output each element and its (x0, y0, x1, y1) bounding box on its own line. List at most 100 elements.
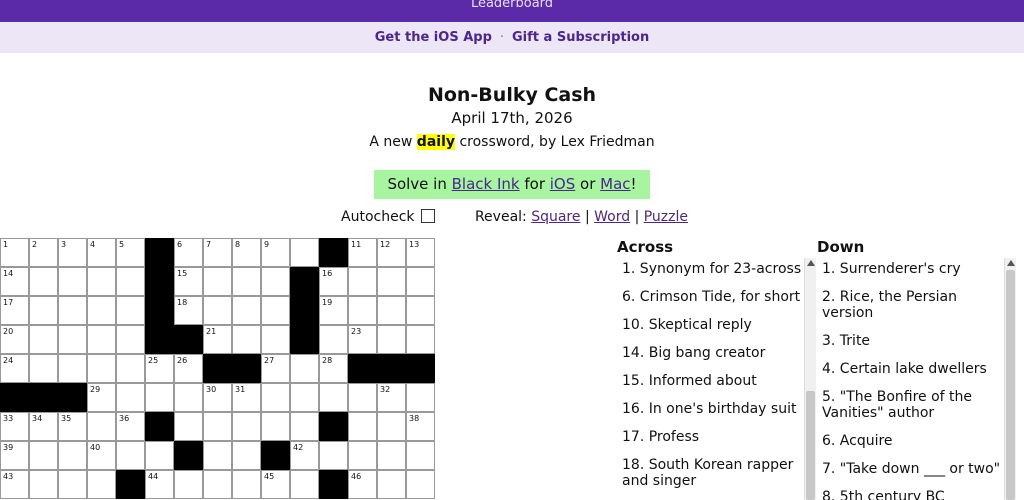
grid-cell[interactable] (116, 325, 145, 354)
across-clue[interactable]: 10. Skeptical reply (622, 314, 802, 336)
across-clue[interactable]: 17. Profess (622, 426, 802, 448)
autocheck-checkbox[interactable] (420, 209, 435, 223)
grid-cell[interactable] (58, 267, 87, 296)
grid-cell[interactable]: 15 (174, 267, 203, 296)
grid-cell[interactable] (29, 325, 58, 354)
grid-cell[interactable] (261, 412, 290, 441)
gift-subscription-link[interactable]: Gift a Subscription (512, 30, 649, 45)
grid-cell[interactable] (377, 441, 406, 470)
grid-cell[interactable]: 27 (261, 354, 290, 383)
grid-cell[interactable]: 46 (348, 470, 377, 499)
grid-cell[interactable]: 31 (232, 383, 261, 412)
down-clue[interactable]: 6. Acquire (822, 430, 1002, 452)
grid-cell[interactable] (232, 267, 261, 296)
grid-cell[interactable] (29, 296, 58, 325)
across-clue[interactable]: 16. In one's birthday suit (622, 398, 802, 420)
grid-cell[interactable] (406, 296, 435, 325)
grid-cell[interactable] (377, 296, 406, 325)
grid-cell[interactable]: 33 (0, 412, 29, 441)
grid-cell[interactable] (290, 354, 319, 383)
grid-cell[interactable] (58, 296, 87, 325)
grid-cell[interactable] (290, 412, 319, 441)
grid-cell[interactable]: 21 (203, 325, 232, 354)
grid-cell[interactable] (87, 267, 116, 296)
grid-cell[interactable]: 44 (145, 470, 174, 499)
across-clue[interactable]: 14. Big bang creator (622, 342, 802, 364)
grid-cell[interactable]: 38 (406, 412, 435, 441)
grid-cell[interactable] (261, 325, 290, 354)
grid-cell[interactable] (406, 383, 435, 412)
across-clue[interactable]: 1. Synonym for 23-across (622, 258, 802, 280)
down-clue[interactable]: 1. Surrenderer's cry (822, 258, 1002, 280)
grid-cell[interactable] (203, 470, 232, 499)
grid-cell[interactable] (116, 441, 145, 470)
grid-cell[interactable] (203, 267, 232, 296)
grid-cell[interactable]: 14 (0, 267, 29, 296)
grid-cell[interactable]: 18 (174, 296, 203, 325)
grid-cell[interactable]: 4 (87, 238, 116, 267)
grid-cell[interactable] (406, 267, 435, 296)
grid-cell[interactable]: 16 (319, 267, 348, 296)
grid-cell[interactable]: 29 (87, 383, 116, 412)
grid-cell[interactable] (261, 296, 290, 325)
grid-cell[interactable]: 3 (58, 238, 87, 267)
grid-cell[interactable] (203, 441, 232, 470)
grid-cell[interactable] (174, 383, 203, 412)
grid-cell[interactable] (174, 470, 203, 499)
leaderboard-link[interactable]: Leaderboard (471, 0, 553, 11)
grid-cell[interactable] (232, 412, 261, 441)
down-clue[interactable]: 3. Trite (822, 330, 1002, 352)
grid-cell[interactable]: 26 (174, 354, 203, 383)
grid-cell[interactable] (348, 383, 377, 412)
grid-cell[interactable] (58, 470, 87, 499)
mac-link[interactable]: Mac (600, 175, 630, 193)
grid-cell[interactable] (319, 325, 348, 354)
grid-cell[interactable]: 43 (0, 470, 29, 499)
grid-cell[interactable] (232, 470, 261, 499)
grid-cell[interactable]: 12 (377, 238, 406, 267)
scroll-up-arrow-icon[interactable] (1007, 260, 1015, 266)
down-clue[interactable]: 5. "The Bonfire of the Vanities" author (822, 386, 1002, 424)
reveal-word-link[interactable]: Word (594, 209, 630, 225)
grid-cell[interactable] (58, 354, 87, 383)
grid-cell[interactable]: 5 (116, 238, 145, 267)
grid-cell[interactable]: 36 (116, 412, 145, 441)
down-clue[interactable]: 4. Certain lake dwellers (822, 358, 1002, 380)
grid-cell[interactable]: 17 (0, 296, 29, 325)
grid-cell[interactable]: 40 (87, 441, 116, 470)
grid-cell[interactable] (116, 267, 145, 296)
grid-cell[interactable]: 2 (29, 238, 58, 267)
grid-cell[interactable] (348, 267, 377, 296)
down-clue[interactable]: 7. "Take down ___ or two" (822, 458, 1002, 480)
grid-cell[interactable] (58, 441, 87, 470)
grid-cell[interactable] (232, 441, 261, 470)
ios-app-link[interactable]: Get the iOS App (375, 30, 492, 45)
grid-cell[interactable] (406, 470, 435, 499)
grid-cell[interactable] (145, 441, 174, 470)
grid-cell[interactable]: 39 (0, 441, 29, 470)
grid-cell[interactable] (29, 441, 58, 470)
grid-cell[interactable]: 9 (261, 238, 290, 267)
grid-cell[interactable] (319, 441, 348, 470)
grid-cell[interactable]: 19 (319, 296, 348, 325)
grid-cell[interactable] (174, 412, 203, 441)
grid-cell[interactable]: 11 (348, 238, 377, 267)
across-clue[interactable]: 18. South Korean rapper and singer (622, 454, 802, 492)
grid-cell[interactable]: 28 (319, 354, 348, 383)
down-scrollbar[interactable] (1004, 258, 1016, 500)
grid-cell[interactable]: 6 (174, 238, 203, 267)
grid-cell[interactable] (203, 296, 232, 325)
grid-cell[interactable]: 32 (377, 383, 406, 412)
grid-cell[interactable] (348, 296, 377, 325)
grid-cell[interactable] (58, 325, 87, 354)
grid-cell[interactable] (406, 325, 435, 354)
grid-cell[interactable] (377, 267, 406, 296)
ios-link[interactable]: iOS (550, 175, 576, 193)
grid-cell[interactable]: 34 (29, 412, 58, 441)
grid-cell[interactable] (377, 470, 406, 499)
grid-cell[interactable]: 25 (145, 354, 174, 383)
grid-cell[interactable] (116, 296, 145, 325)
across-scrollbar[interactable] (804, 258, 816, 500)
grid-cell[interactable] (232, 296, 261, 325)
grid-cell[interactable]: 13 (406, 238, 435, 267)
